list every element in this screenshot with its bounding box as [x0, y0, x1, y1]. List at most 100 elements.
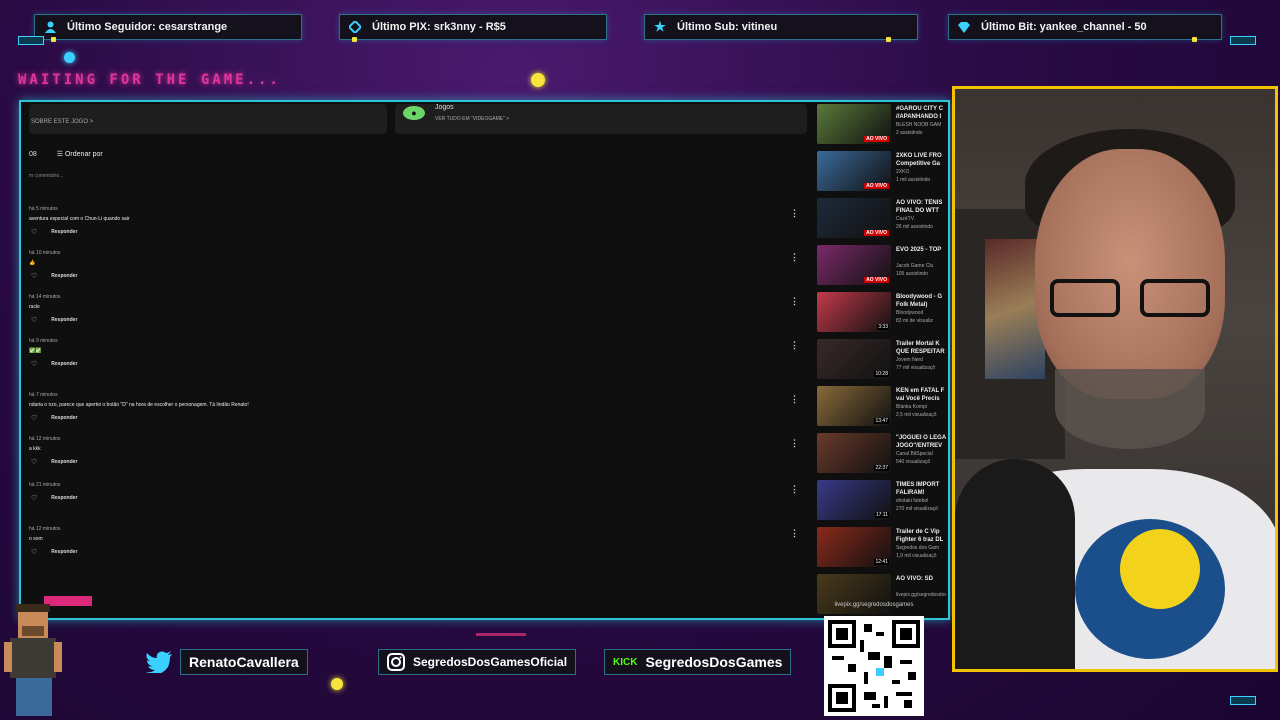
webcam-feed [952, 86, 1278, 672]
related-video-card[interactable]: AO VIVO AO VIVO: TÊNIS FINAL DO WTT CazéTV 2… [817, 198, 947, 242]
like-icon[interactable]: ♡ [31, 494, 37, 502]
more-icon[interactable]: ⋮ [790, 297, 799, 306]
video-thumbnail[interactable]: AO VIVO [817, 104, 891, 144]
alert-dot [352, 37, 357, 42]
related-videos-sidebar: AO VIVO #GAROU CITY C//APANHANDO I BLESH N… [817, 102, 947, 618]
twitter-icon [146, 651, 172, 673]
reply-button[interactable]: Responder [51, 415, 77, 421]
comment: há 7 minutos ndaria o nzo, parece que ap… [29, 392, 799, 422]
video-title[interactable]: Trailer de C Vip Fighter 6 traz DL [896, 528, 946, 544]
video-thumbnail[interactable]: AO VIVO [817, 198, 891, 238]
comment-text: a kkk [29, 446, 41, 452]
video-thumbnail[interactable] [817, 574, 891, 614]
video-thumbnail[interactable]: 22:37 [817, 433, 891, 473]
reply-button[interactable]: Responder [51, 273, 77, 279]
video-thumbnail[interactable]: 10:28 [817, 339, 891, 379]
see-all-link[interactable]: VER TUDO EM "VIDEOGAME" > [435, 116, 509, 122]
video-badge: 17:11 [874, 512, 889, 518]
alert-last-follower: Último Seguidor: cesarstrange [34, 14, 302, 42]
related-video-card[interactable]: 13:47 KEN em FATAL Fvai Você Precis Blanka… [817, 386, 947, 430]
related-video-card[interactable]: AO VIVO #GAROU CITY C//APANHANDO I BLESH N… [817, 104, 947, 148]
like-icon[interactable]: ♡ [31, 548, 37, 556]
instagram-icon [387, 653, 405, 671]
qr-url: livepix.gg/segredosdosgames [834, 602, 914, 608]
related-video-card[interactable]: 12:41 Trailer de C Vip Fighter 6 traz DL Se… [817, 527, 947, 571]
comment-time: há 14 minutos [29, 294, 61, 300]
like-icon[interactable]: ♡ [31, 272, 37, 280]
video-channel: shotaki futebol [896, 498, 929, 504]
more-icon[interactable]: ⋮ [790, 253, 799, 262]
like-icon[interactable]: ♡ [31, 360, 37, 368]
video-badge: 12:41 [874, 559, 889, 565]
video-thumbnail[interactable]: 3:33 [817, 292, 891, 332]
video-views: 2,5 mil visualizaçõ [896, 412, 937, 418]
reply-button[interactable]: Responder [51, 495, 77, 501]
video-title[interactable]: 2XKO LIVE FRO Competitive Ga [896, 152, 946, 168]
game-card[interactable]: ● Jogos VER TUDO EM "VIDEOGAME" > [395, 104, 807, 134]
comment-time: há 10 minutos [29, 250, 61, 256]
instagram-handle: SegredosDosGamesOficial [413, 655, 568, 669]
video-badge: 22:37 [874, 465, 889, 471]
video-badge: AO VIVO [864, 183, 889, 189]
microphone [955, 459, 1075, 669]
more-icon[interactable]: ⋮ [790, 395, 799, 404]
sort-button[interactable]: Ordenar por [65, 151, 103, 158]
video-title[interactable]: AO VIVO: TÊNIS FINAL DO WTT [896, 199, 946, 215]
like-icon[interactable]: ♡ [31, 414, 37, 422]
video-thumbnail[interactable]: 13:47 [817, 386, 891, 426]
reply-button[interactable]: Responder [51, 459, 77, 465]
twitter-handle[interactable]: RenatoCavallera [180, 649, 308, 675]
video-thumbnail[interactable]: AO VIVO [817, 245, 891, 285]
related-video-card[interactable]: AO VIVO: SD livepix.gg/segredosdosgames [817, 574, 947, 618]
related-video-card[interactable]: 17:11 TIMES IMPORT FALIRAM! shotaki futebol… [817, 480, 947, 524]
video-badge: AO VIVO [864, 230, 889, 236]
video-title[interactable]: "JOGUEI O LEGA JOGO"/ENTREV [896, 434, 946, 450]
like-icon[interactable]: ♡ [31, 316, 37, 324]
more-icon[interactable]: ⋮ [790, 529, 799, 538]
related-video-card[interactable]: 3:33 Bloodywood - G Folk Metal) Bloodywood 8… [817, 292, 947, 336]
related-video-card[interactable]: 22:37 "JOGUEI O LEGA JOGO"/ENTREV Canal Bit… [817, 433, 947, 477]
more-icon[interactable]: ⋮ [790, 209, 799, 218]
video-title[interactable]: Bloodywood - G Folk Metal) [896, 293, 946, 309]
more-icon[interactable]: ⋮ [790, 485, 799, 494]
more-icon[interactable]: ⋮ [790, 439, 799, 448]
person-icon [43, 20, 57, 34]
alert-last-bit: Último Bit: yankee_channel - 50 [948, 14, 1222, 42]
add-comment-input[interactable]: m comentário... [29, 173, 63, 179]
qr-code[interactable]: livepix.gg/segredosdosgames [824, 602, 924, 716]
video-thumbnail[interactable]: 12:41 [817, 527, 891, 567]
reply-button[interactable]: Responder [51, 317, 77, 323]
related-video-card[interactable]: AO VIVO 2XKO LIVE FRO Competitive Ga 2XKO 1 … [817, 151, 947, 195]
video-title[interactable]: AO VIVO: SD [896, 575, 946, 583]
instagram-badge[interactable]: SegredosDosGamesOficial [378, 649, 577, 675]
comment: há 5 minutos aventura especial com o Chu… [29, 206, 799, 236]
comment: há 21 minutos ♡ Responder ⋮ [29, 482, 799, 502]
video-thumbnail[interactable]: AO VIVO [817, 151, 891, 191]
like-icon[interactable]: ♡ [31, 228, 37, 236]
video-title[interactable]: KEN em FATAL Fvai Você Precis [896, 387, 946, 403]
kick-badge[interactable]: KICK SegredosDosGames [604, 649, 792, 675]
video-thumbnail[interactable]: 17:11 [817, 480, 891, 520]
game-name: Jogos [435, 104, 454, 111]
video-title[interactable]: #GAROU CITY C//APANHANDO I [896, 105, 946, 121]
comment-text: racle [29, 304, 40, 310]
comment-time: há 9 minutos [29, 338, 58, 344]
reply-button[interactable]: Responder [51, 549, 77, 555]
video-title[interactable]: Trailer Mortal K QUE RESPEITAR [896, 340, 946, 356]
video-title[interactable]: TIMES IMPORT FALIRAM! [896, 481, 946, 497]
video-badge: AO VIVO [864, 136, 889, 142]
related-video-card[interactable]: 10:28 Trailer Mortal K QUE RESPEITAR Jovem … [817, 339, 947, 383]
alert-label: Último Bit: yankee_channel - 50 [981, 21, 1147, 33]
more-icon[interactable]: ⋮ [790, 341, 799, 350]
alert-last-pix: Último PIX: srk3nny - R$5 [339, 14, 607, 42]
video-views: 1 mil assistindo [896, 177, 931, 183]
alert-last-sub: ★ Último Sub: vitineu [644, 14, 918, 42]
comment: há 12 minutos a kkk ♡ Responder ⋮ [29, 436, 799, 466]
reply-button[interactable]: Responder [51, 361, 77, 367]
related-video-card[interactable]: AO VIVO EVO 2025 - TOP Jacob Game Clu 105 a… [817, 245, 947, 289]
video-title[interactable]: EVO 2025 - TOP [896, 246, 946, 254]
about-game-link[interactable]: SOBRE ESTE JOGO > [29, 104, 387, 134]
like-icon[interactable]: ♡ [31, 458, 37, 466]
alert-label: Último Seguidor: cesarstrange [67, 21, 228, 33]
reply-button[interactable]: Responder [51, 229, 77, 235]
